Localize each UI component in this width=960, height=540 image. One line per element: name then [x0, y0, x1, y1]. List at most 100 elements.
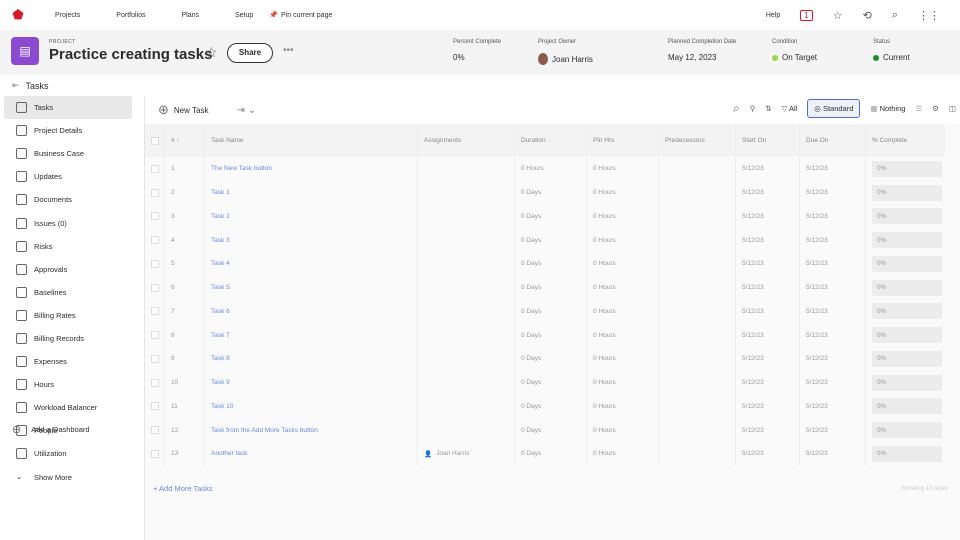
task-planned-hours[interactable]: 0 Hours: [587, 204, 659, 229]
task-duration[interactable]: 0 Days: [515, 442, 587, 466]
sidebar-item-hours[interactable]: Hours: [4, 373, 132, 396]
table-row[interactable]: 10 Task 9 0 Days 0 Hours 5/12/23 5/12/23…: [145, 370, 945, 395]
task-duration[interactable]: 0 Days: [515, 275, 587, 300]
col-due-on[interactable]: Due On: [800, 124, 866, 157]
task-percent-complete[interactable]: 0%: [872, 350, 942, 367]
task-assignments[interactable]: [418, 275, 515, 300]
nav-portfolios[interactable]: Portfolios: [116, 12, 145, 19]
task-percent-complete[interactable]: 0%: [872, 160, 942, 177]
table-row[interactable]: 9 Task 8 0 Days 0 Hours 5/12/23 5/12/23 …: [145, 347, 945, 371]
table-row[interactable]: 4 Task 3 0 Days 0 Hours 5/12/23 5/12/23 …: [145, 228, 945, 252]
task-assignments[interactable]: [418, 252, 515, 276]
settings-icon[interactable]: ⚙: [932, 104, 939, 113]
nav-setup[interactable]: Setup: [235, 12, 253, 19]
task-percent-complete[interactable]: 0%: [872, 445, 942, 462]
task-name-link[interactable]: Task 8: [205, 347, 418, 371]
search-icon[interactable]: ⌕: [892, 9, 898, 22]
table-row[interactable]: 7 Task 6 0 Days 0 Hours 5/12/23 5/12/23 …: [145, 299, 945, 324]
collapse-sidebar-icon[interactable]: ⇤: [12, 80, 20, 91]
task-due-on[interactable]: 5/12/23: [800, 370, 866, 395]
task-percent-complete[interactable]: 0%: [872, 279, 942, 296]
task-assignments[interactable]: [418, 394, 515, 419]
sidebar-item-utilization[interactable]: Utilization: [4, 442, 132, 465]
task-percent-complete[interactable]: 0%: [872, 208, 942, 225]
row-checkbox[interactable]: [151, 449, 159, 458]
row-checkbox[interactable]: [151, 354, 159, 363]
app-logo-icon[interactable]: ⬟: [9, 6, 27, 24]
task-predecessors[interactable]: [659, 157, 736, 181]
task-assignments[interactable]: [418, 299, 515, 324]
task-assignments[interactable]: [418, 228, 515, 252]
task-due-on[interactable]: 5/12/23: [800, 323, 866, 347]
task-planned-hours[interactable]: 0 Hours: [587, 180, 659, 205]
row-checkbox[interactable]: [151, 426, 159, 435]
task-predecessors[interactable]: [659, 204, 736, 229]
task-predecessors[interactable]: [659, 228, 736, 252]
task-due-on[interactable]: 5/12/23: [800, 299, 866, 324]
col-duration[interactable]: Duration: [515, 124, 587, 157]
nav-projects[interactable]: Projects: [55, 12, 80, 19]
select-all-checkbox[interactable]: [151, 136, 159, 145]
task-planned-hours[interactable]: 0 Hours: [587, 394, 659, 419]
add-dashboard-button[interactable]: ⊕ Add a Dashboard: [12, 423, 90, 436]
task-start-on[interactable]: 5/12/23: [736, 299, 800, 324]
sidebar-item-updates[interactable]: Updates: [4, 165, 132, 188]
task-predecessors[interactable]: [659, 347, 736, 371]
table-row[interactable]: 8 Task 7 0 Days 0 Hours 5/12/23 5/12/23 …: [145, 323, 945, 347]
row-checkbox[interactable]: [151, 378, 159, 387]
col-pln-hrs[interactable]: Pln Hrs: [587, 124, 659, 157]
row-checkbox[interactable]: [151, 188, 159, 197]
add-more-tasks-link[interactable]: + Add More Tasks: [153, 484, 213, 493]
task-due-on[interactable]: 5/12/23: [800, 347, 866, 371]
task-predecessors[interactable]: [659, 394, 736, 419]
table-row[interactable]: 3 Task 2 0 Days 0 Hours 5/12/23 5/12/23 …: [145, 204, 945, 229]
task-name-link[interactable]: The New Task button: [205, 157, 418, 181]
task-assignments[interactable]: [418, 157, 515, 181]
task-name-link[interactable]: Task from the Add More Tasks button: [205, 418, 418, 442]
task-planned-hours[interactable]: 0 Hours: [587, 228, 659, 252]
sidebar-item-business-case[interactable]: Business Case: [4, 142, 132, 165]
task-name-link[interactable]: Task 9: [205, 370, 418, 395]
task-percent-complete[interactable]: 0%: [872, 327, 942, 344]
task-predecessors[interactable]: [659, 442, 736, 466]
col-start-on[interactable]: Start On: [736, 124, 800, 157]
sidebar-item-tasks[interactable]: Tasks: [4, 96, 132, 120]
sort-icon[interactable]: ⇅: [765, 104, 771, 113]
task-assignments[interactable]: [418, 323, 515, 347]
task-predecessors[interactable]: [659, 323, 736, 347]
task-duration[interactable]: 0 Days: [515, 299, 587, 324]
new-task-button[interactable]: ⊕ New Task: [158, 102, 208, 118]
pin-icon[interactable]: 📌: [269, 11, 278, 19]
task-start-on[interactable]: 5/12/23: [736, 180, 800, 205]
table-row[interactable]: 6 Task 5 0 Days 0 Hours 5/12/23 5/12/23 …: [145, 275, 945, 300]
task-assignments[interactable]: 👤 Joan Harris: [418, 442, 515, 466]
task-start-on[interactable]: 5/12/23: [736, 394, 800, 419]
app-grid-icon[interactable]: ⋮⋮: [918, 9, 940, 22]
task-duration[interactable]: 0 Days: [515, 394, 587, 419]
row-checkbox[interactable]: [151, 212, 159, 221]
task-name-link[interactable]: Task 2: [205, 204, 418, 229]
sidebar-item-workload-balancer[interactable]: Workload Balancer: [4, 396, 132, 419]
task-due-on[interactable]: 5/12/23: [800, 157, 866, 181]
col-predecessors[interactable]: Predecessors: [659, 124, 736, 157]
search-icon[interactable]: ⌕: [733, 101, 740, 116]
task-predecessors[interactable]: [659, 370, 736, 395]
task-assignments[interactable]: [418, 180, 515, 205]
task-due-on[interactable]: 5/12/23: [800, 418, 866, 442]
task-start-on[interactable]: 5/12/23: [736, 347, 800, 371]
task-start-on[interactable]: 5/12/23: [736, 323, 800, 347]
col-task-name[interactable]: Task Name: [205, 124, 418, 157]
owner-name[interactable]: Joan Harris: [552, 55, 593, 64]
task-assignments[interactable]: [418, 204, 515, 229]
task-percent-complete[interactable]: 0%: [872, 232, 942, 249]
task-predecessors[interactable]: [659, 299, 736, 324]
task-duration[interactable]: 0 Hours: [515, 157, 587, 181]
task-duration[interactable]: 0 Days: [515, 347, 587, 371]
sidebar-item-issues-0[interactable]: Issues (0): [4, 211, 132, 234]
task-percent-complete[interactable]: 0%: [872, 422, 942, 439]
task-start-on[interactable]: 5/12/23: [736, 157, 800, 181]
task-planned-hours[interactable]: 0 Hours: [587, 442, 659, 466]
task-due-on[interactable]: 5/12/23: [800, 252, 866, 276]
table-row[interactable]: 13 Another task 👤 Joan Harris 0 Days 0 Ho…: [145, 442, 945, 466]
task-percent-complete[interactable]: 0%: [872, 303, 942, 320]
